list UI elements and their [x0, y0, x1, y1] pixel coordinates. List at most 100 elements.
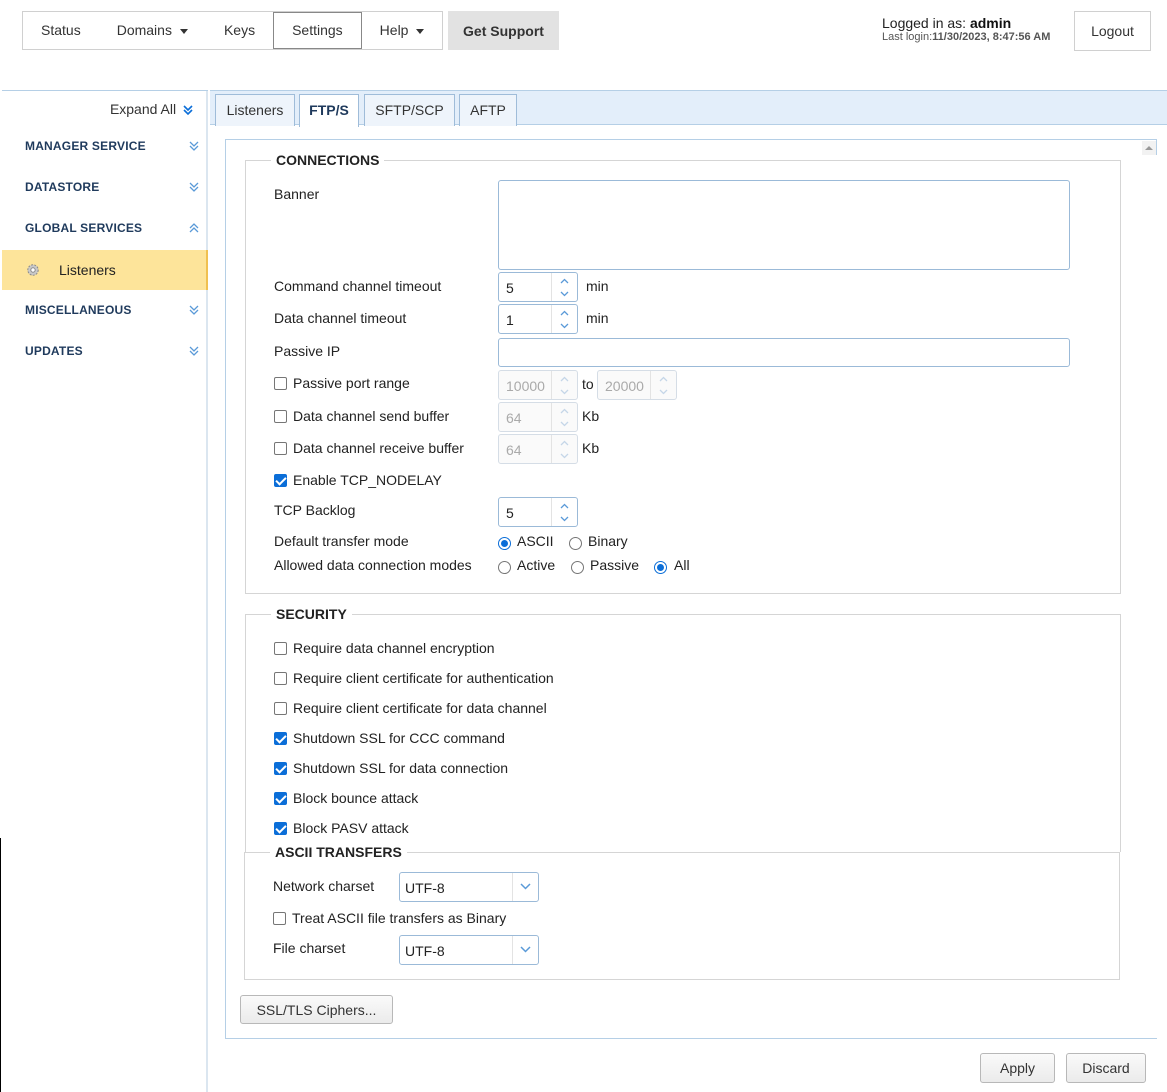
chevron-up-icon[interactable] — [560, 439, 569, 448]
recv-buffer-value: 64 — [506, 442, 522, 458]
command-timeout-unit: min — [586, 278, 609, 294]
send-buffer-label: Data channel send buffer — [293, 408, 450, 424]
data-mode-all-radio[interactable] — [654, 561, 667, 574]
passive-ip-input[interactable] — [498, 338, 1070, 367]
discard-button[interactable]: Discard — [1066, 1053, 1146, 1083]
tab-listeners[interactable]: Listeners — [215, 94, 295, 126]
chevron-down-icon[interactable] — [560, 387, 569, 396]
transfer-mode-label: Default transfer mode — [274, 533, 409, 549]
sidebar-item-manager-service[interactable]: MANAGER SERVICE — [2, 126, 206, 166]
caret-down-icon — [179, 28, 188, 34]
sidebar-item-label: MISCELLANEOUS — [25, 303, 132, 317]
security-legend: SECURITY — [276, 606, 347, 622]
network-charset-select[interactable]: UTF-8 — [399, 872, 539, 902]
scroll-up-arrow-icon[interactable] — [1142, 141, 1156, 155]
nav-settings-label: Settings — [292, 22, 343, 38]
sidebar-item-miscellaneous[interactable]: MISCELLANEOUS — [2, 290, 206, 330]
security-option-label: Shutdown SSL for data connection — [293, 760, 509, 776]
scrollbar-track[interactable] — [1141, 155, 1157, 1038]
top-nav: Status Domains Keys Settings Help — [22, 11, 444, 50]
apply-button[interactable]: Apply — [980, 1053, 1055, 1083]
nav-status[interactable]: Status — [23, 12, 99, 49]
data-mode-active-radio[interactable] — [498, 561, 511, 574]
require-data-encryption-checkbox[interactable] — [274, 642, 287, 655]
network-charset-value: UTF-8 — [405, 880, 445, 896]
chevron-up-icon[interactable] — [560, 309, 569, 318]
block-pasv-attack-checkbox[interactable] — [274, 822, 287, 835]
data-timeout-spinner[interactable]: 1 — [498, 304, 578, 334]
sidebar-item-listeners[interactable]: Listeners — [2, 250, 208, 290]
chevron-up-icon[interactable] — [659, 375, 668, 384]
chevron-down-icon — [520, 883, 531, 890]
chevron-down-icon[interactable] — [560, 451, 569, 460]
security-option-label: Require data channel encryption — [293, 640, 495, 656]
command-timeout-value: 5 — [506, 280, 514, 296]
caret-down-icon — [416, 28, 425, 34]
data-timeout-label: Data channel timeout — [274, 310, 407, 326]
sidebar: Expand All MANAGER SERVICE DATASTORE GLO… — [2, 91, 208, 1092]
shutdown-ssl-data-checkbox[interactable] — [274, 762, 287, 775]
chevron-down-icon[interactable] — [659, 387, 668, 396]
send-buffer-spinner[interactable]: 64 — [498, 402, 578, 432]
sidebar-item-updates[interactable]: UPDATES — [2, 331, 206, 371]
last-login-label: Last login: — [882, 31, 933, 43]
data-mode-all-label: All — [674, 557, 690, 573]
login-prefix: Logged in as: — [882, 15, 967, 31]
transfer-mode-binary-label: Binary — [588, 533, 628, 549]
get-support-button[interactable]: Get Support — [448, 11, 559, 50]
expand-all-button[interactable]: Expand All — [110, 101, 194, 117]
tab-bar: Listeners FTP/S SFTP/SCP AFTP — [210, 90, 1167, 127]
require-client-cert-data-checkbox[interactable] — [274, 702, 287, 715]
port-to-spinner[interactable]: 20000 — [597, 370, 677, 400]
tab-ftps[interactable]: FTP/S — [299, 94, 359, 127]
nav-help[interactable]: Help — [362, 12, 443, 49]
transfer-mode-binary-radio[interactable] — [569, 537, 582, 550]
double-chevron-down-icon — [189, 182, 199, 192]
logout-button[interactable]: Logout — [1074, 11, 1151, 51]
port-from-spinner[interactable]: 10000 — [498, 370, 578, 400]
banner-textarea[interactable] — [498, 180, 1070, 270]
data-mode-passive-label: Passive — [590, 557, 640, 573]
command-timeout-spinner[interactable]: 5 — [498, 272, 578, 302]
data-timeout-value: 1 — [506, 312, 514, 328]
recv-buffer-spinner[interactable]: 64 — [498, 434, 578, 464]
chevron-up-icon[interactable] — [560, 407, 569, 416]
block-bounce-attack-checkbox[interactable] — [274, 792, 287, 805]
sidebar-sub-label: Listeners — [59, 262, 116, 278]
window-edge — [0, 838, 1, 1092]
file-charset-select[interactable]: UTF-8 — [399, 935, 539, 965]
last-login-value: 11/30/2023, 8:47:56 AM — [932, 31, 1051, 43]
nav-settings[interactable]: Settings — [273, 12, 362, 49]
connections-legend: CONNECTIONS — [276, 152, 380, 168]
tcp-nodelay-checkbox[interactable] — [274, 474, 287, 487]
chevron-up-icon[interactable] — [560, 277, 569, 286]
send-buffer-checkbox[interactable] — [274, 410, 287, 423]
sidebar-item-global-services[interactable]: GLOBAL SERVICES — [2, 208, 206, 248]
treat-ascii-binary-checkbox[interactable] — [273, 912, 286, 925]
file-charset-value: UTF-8 — [405, 943, 445, 959]
tab-sftp-scp[interactable]: SFTP/SCP — [364, 94, 455, 126]
ssl-tls-ciphers-button[interactable]: SSL/TLS Ciphers... — [240, 995, 393, 1024]
login-info: Logged in as: admin Last login:11/30/202… — [882, 15, 1050, 43]
nav-keys[interactable]: Keys — [206, 12, 273, 49]
chevron-down-icon[interactable] — [560, 419, 569, 428]
nav-domains[interactable]: Domains — [99, 12, 206, 49]
recv-buffer-checkbox[interactable] — [274, 442, 287, 455]
sidebar-item-datastore[interactable]: DATASTORE — [2, 167, 206, 207]
transfer-mode-ascii-radio[interactable] — [498, 537, 511, 550]
chevron-down-icon[interactable] — [560, 321, 569, 330]
data-mode-passive-radio[interactable] — [571, 561, 584, 574]
chevron-down-icon[interactable] — [560, 514, 569, 523]
chevron-down-icon[interactable] — [560, 289, 569, 298]
tcp-backlog-spinner[interactable]: 5 — [498, 497, 578, 527]
tab-aftp[interactable]: AFTP — [459, 94, 517, 126]
expand-all-label: Expand All — [109, 101, 177, 117]
chevron-up-icon[interactable] — [560, 375, 569, 384]
port-to-label: to — [582, 376, 594, 392]
send-buffer-value: 64 — [506, 410, 522, 426]
shutdown-ssl-ccc-checkbox[interactable] — [274, 732, 287, 745]
chevron-up-icon[interactable] — [560, 502, 569, 511]
require-client-cert-auth-checkbox[interactable] — [274, 672, 287, 685]
port-to-value: 20000 — [605, 378, 644, 394]
passive-port-range-checkbox[interactable] — [274, 377, 287, 390]
